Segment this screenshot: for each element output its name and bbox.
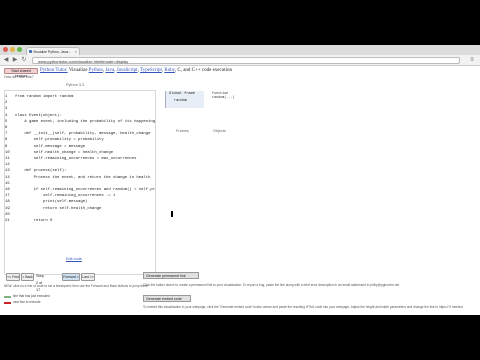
title-prefix: Visualize <box>68 68 88 73</box>
generate-embed-button[interactable]: Generate embed code <box>143 295 191 302</box>
code-text: from random import random <box>15 95 74 99</box>
code-text: def __init__(self, probability, message,… <box>15 132 151 137</box>
back-arrow-icon[interactable]: ◀ <box>2 56 10 64</box>
page-title: Python Tutor: Visualize Python, Java, Ja… <box>40 68 233 73</box>
favicon-icon <box>28 50 32 53</box>
minimize-window-icon[interactable] <box>10 47 15 52</box>
frame-variable: random <box>174 99 187 103</box>
line-number: 21 <box>5 219 10 223</box>
link-ruby[interactable]: Ruby <box>164 68 175 73</box>
tab-title: Visualize Python, Java... <box>33 50 72 54</box>
code-text: self.remaining_occurrences -= 1 <box>15 194 116 199</box>
address-bar[interactable]: www.pythontutor.com/visualize.html#mode=… <box>32 56 460 64</box>
browser-tab[interactable]: Visualize Python, Java... × <box>26 47 80 55</box>
code-text: self.message = message <box>15 144 86 149</box>
permalink-text: Click the button above to create a perma… <box>143 283 400 287</box>
reload-icon[interactable]: ↻ <box>20 56 28 64</box>
last-button[interactable]: Last >> <box>81 273 95 281</box>
language-label: Python 3.3 <box>66 83 85 87</box>
code-text: self.health_change = health_change <box>15 150 114 155</box>
site-title-link[interactable]: Python Tutor: <box>40 68 68 73</box>
next-line-arrow-icon <box>4 302 11 304</box>
legend-next-text: next line to execute <box>13 300 41 304</box>
objects-label: Objects <box>213 129 226 133</box>
close-window-icon[interactable] <box>3 47 8 52</box>
prev-line-arrow-icon <box>4 296 11 298</box>
code-text: print(self.message) <box>15 200 88 205</box>
code-text: def process(self): <box>15 169 67 174</box>
code-text: Process the event, and return the change… <box>15 175 151 180</box>
first-button[interactable]: << First <box>6 273 20 281</box>
function-object: function random(...) <box>212 92 235 100</box>
code-text: self.remaining_occurrences = max_occurre… <box>15 157 137 161</box>
code-text: self.probability = probability <box>15 138 104 143</box>
code-text: class Event(object): <box>15 113 62 118</box>
link-javascript[interactable]: JavaScript <box>117 68 138 73</box>
legend-prev-text: line that has just executed <box>13 294 50 298</box>
close-tab-icon[interactable]: × <box>75 48 77 55</box>
mouse-cursor <box>171 211 173 217</box>
code-text: return self.health_change <box>15 206 102 211</box>
code-text: A game event, including the probability … <box>15 119 155 124</box>
forward-arrow-icon[interactable]: ▶ <box>11 56 19 64</box>
browser-toolbar: ◀ ▶ ↻ www.pythontutor.com/visualize.html… <box>0 55 480 66</box>
link-typescript[interactable]: TypeScript <box>140 68 162 73</box>
global-frame: Global frame random <box>165 91 204 108</box>
edit-code-link[interactable]: Edit code <box>66 257 82 261</box>
code-line[interactable]: 21 return 0 <box>5 218 155 224</box>
frame-name: Global frame <box>169 92 195 96</box>
page-content: Start shared session Python Tutor: Visua… <box>0 66 480 315</box>
generate-permalink-button[interactable]: Generate permanent link <box>143 272 199 279</box>
breakpoint-hint: NEW: click on a line of code to set a br… <box>4 284 149 288</box>
help-link[interactable]: How do I use this? <box>4 75 34 79</box>
title-suffix: C, and C++ code execution <box>177 68 233 73</box>
embed-text: To embed this visualization in your webp… <box>143 305 464 309</box>
code-text: if self.remaining_occurrences and random… <box>33 188 155 192</box>
maximize-window-icon[interactable] <box>17 47 22 52</box>
code-panel[interactable]: 1 from random import random 2 3 4 class Event… <box>4 90 156 275</box>
start-shared-session-button[interactable]: Start shared session <box>4 68 38 78</box>
frames-label: Frames <box>176 129 189 133</box>
back-button[interactable]: < Back <box>21 273 34 281</box>
link-python[interactable]: Python <box>89 68 103 73</box>
link-java[interactable]: Java <box>105 68 114 73</box>
forward-button[interactable]: Forward > <box>62 273 80 281</box>
code-text: return 0 <box>15 219 53 223</box>
browser-menu-icon[interactable]: ≡ <box>468 56 476 64</box>
browser-window: Visualize Python, Java... × ◀ ▶ ↻ www.py… <box>0 45 480 315</box>
